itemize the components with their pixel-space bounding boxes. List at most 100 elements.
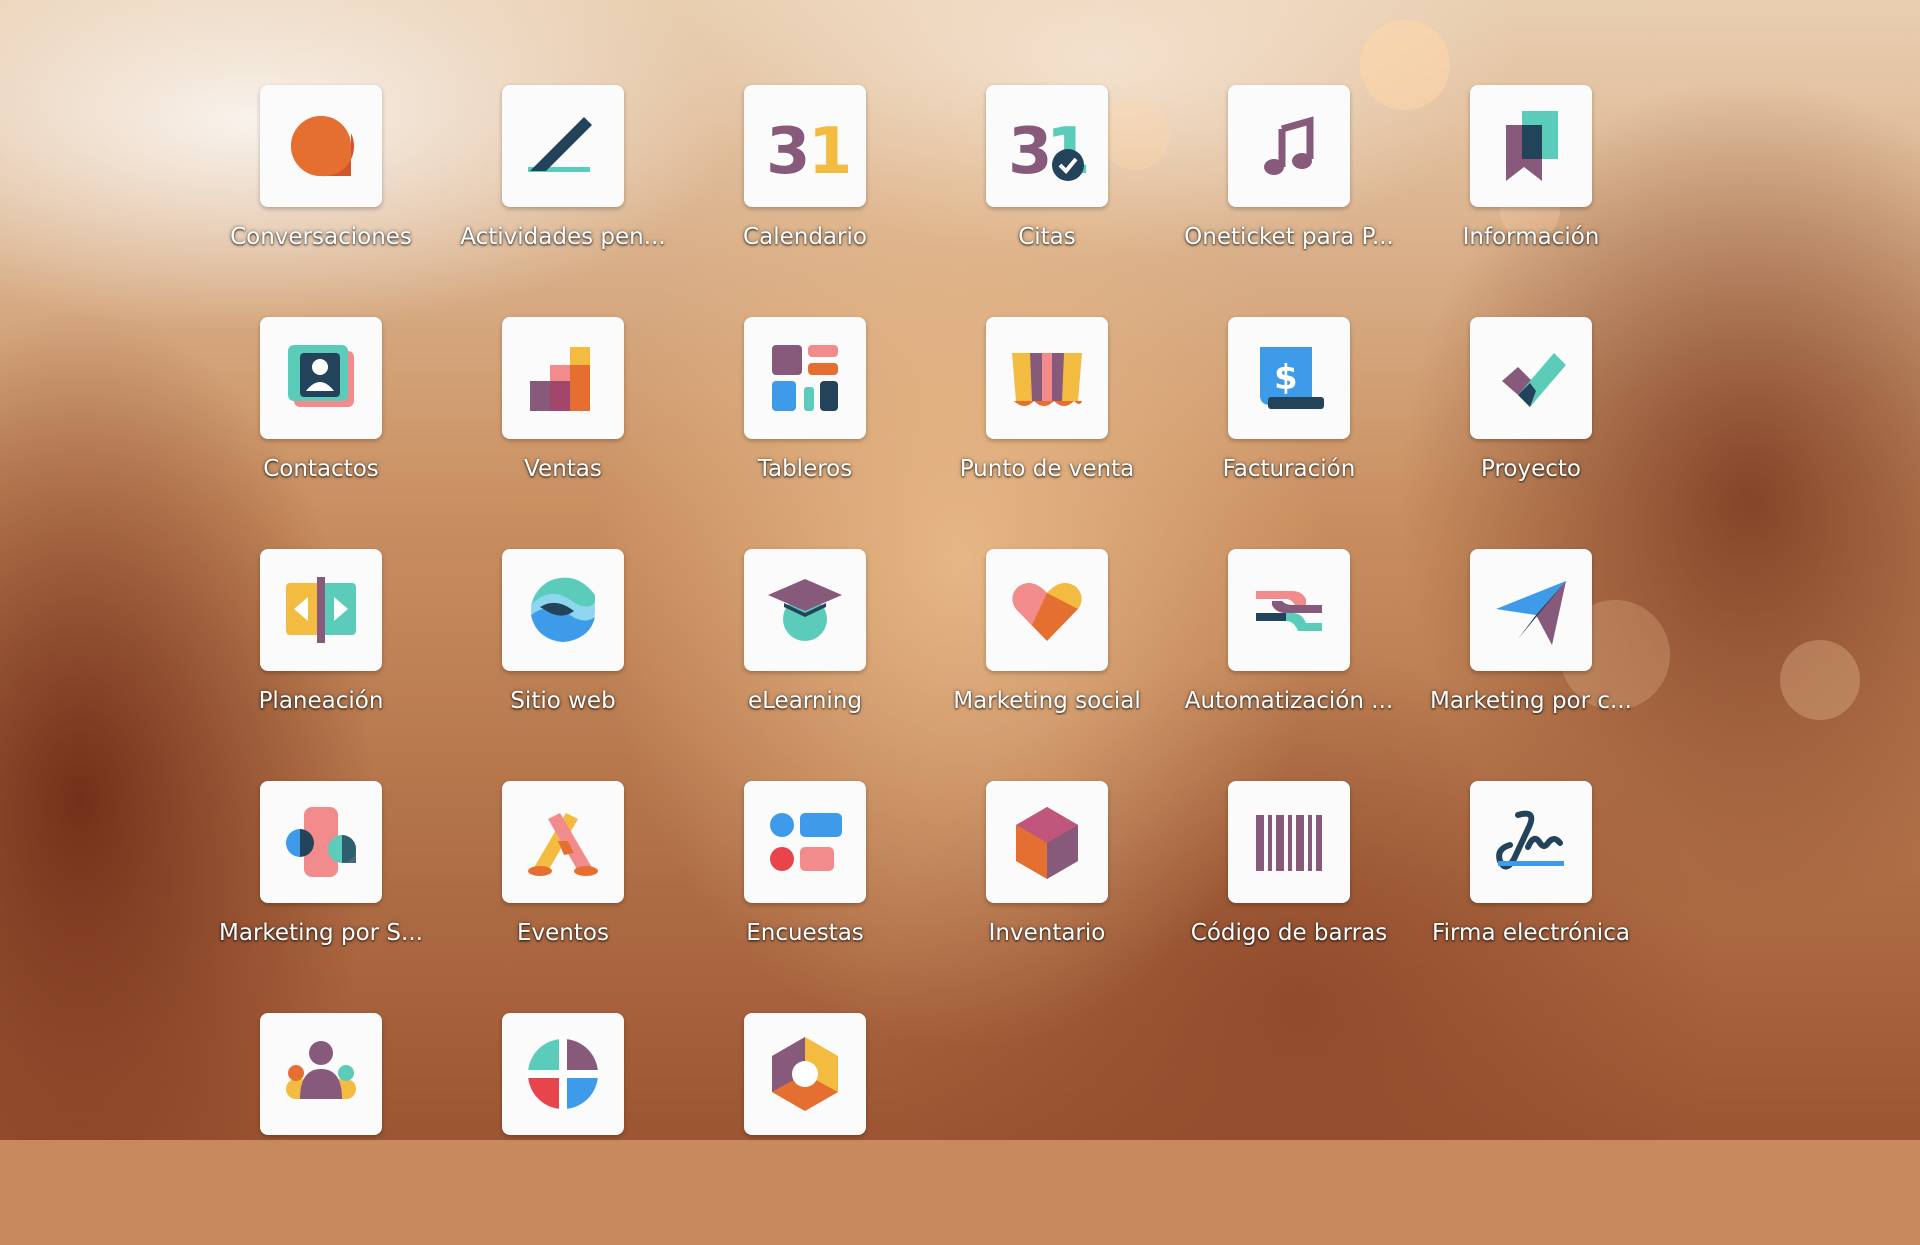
app-label: Contactos <box>263 456 379 482</box>
app-informacion[interactable]: Información <box>1410 85 1652 317</box>
app-tile[interactable] <box>1470 85 1592 207</box>
app-tile[interactable] <box>744 549 866 671</box>
app-tile[interactable] <box>1228 549 1350 671</box>
graduation-cap-icon <box>768 579 842 641</box>
app-label: Información <box>1462 224 1600 250</box>
bookmark-icon <box>1506 111 1558 181</box>
app-label: Eventos <box>517 920 609 946</box>
app-tile[interactable] <box>744 1013 866 1135</box>
app-tile[interactable] <box>744 317 866 439</box>
bar-chart-icon <box>530 347 590 411</box>
app-marketing-social[interactable]: Marketing social <box>926 549 1168 781</box>
app-tile[interactable]: 31 <box>744 85 866 207</box>
contact-card-icon <box>288 345 354 407</box>
app-tile[interactable] <box>744 781 866 903</box>
app-tile[interactable] <box>502 549 624 671</box>
app-citas[interactable]: 31 Citas <box>926 85 1168 317</box>
app-grid: Conversaciones Actividades pen... 3 1 Calend… <box>200 85 1652 1245</box>
app-tile[interactable] <box>260 85 382 207</box>
app-label: Calendario <box>743 224 867 250</box>
checkmark-icon <box>1502 353 1566 407</box>
app-proyecto[interactable]: Proyecto <box>1410 317 1652 549</box>
app-label: Sitio web <box>510 688 616 714</box>
app-calendario[interactable]: 3 1 Calendario <box>684 85 926 317</box>
app-label: Citas <box>1018 224 1076 250</box>
planning-icon <box>286 577 356 643</box>
app-elearning[interactable]: eLearning <box>684 549 926 781</box>
app-label: Código de barras <box>1190 920 1388 946</box>
app-tile[interactable] <box>986 317 1108 439</box>
app-eventos[interactable]: Eventos <box>442 781 684 1013</box>
chat-bubble-icon <box>291 116 355 177</box>
survey-icon <box>770 813 842 871</box>
sms-shapes-icon <box>286 807 356 877</box>
dashboard-icon <box>772 345 838 411</box>
app-planeacion[interactable]: Planeación <box>200 549 442 781</box>
app-sitio-web[interactable]: Sitio web <box>442 549 684 781</box>
svg-text:$: $ <box>1274 358 1298 398</box>
app-contactos[interactable]: Contactos <box>200 317 442 549</box>
app-tile[interactable] <box>260 317 382 439</box>
barcode-icon <box>1256 815 1322 871</box>
signature-icon <box>1496 810 1564 870</box>
events-icon <box>528 813 598 876</box>
pen-icon <box>528 117 592 172</box>
heart-icon <box>1012 583 1082 641</box>
app-label: Marketing por S... <box>219 920 423 946</box>
app-codigo-de-barras[interactable]: Código de barras <box>1168 781 1410 1013</box>
app-tile[interactable] <box>260 781 382 903</box>
app-firma-electronica[interactable]: Firma electrónica <box>1410 781 1652 1013</box>
app-conversaciones[interactable]: Conversaciones <box>200 85 442 317</box>
app-automatizacion[interactable]: Automatización ... <box>1168 549 1410 781</box>
app-tile[interactable] <box>1470 317 1592 439</box>
app-tile[interactable] <box>502 317 624 439</box>
app-tile[interactable] <box>1228 85 1350 207</box>
app-marketing-por-s[interactable]: Marketing por S... <box>200 781 442 1013</box>
app-label: Proyecto <box>1481 456 1581 482</box>
app-label: Tableros <box>757 456 853 482</box>
app-tile[interactable] <box>986 781 1108 903</box>
app-label: Firma electrónica <box>1432 920 1630 946</box>
app-marketing-por-c[interactable]: Marketing por c... <box>1410 549 1652 781</box>
app-tile[interactable] <box>986 549 1108 671</box>
hexagon-ring-icon <box>772 1037 838 1111</box>
app-oneticket-para-p[interactable]: Oneticket para P... <box>1168 85 1410 317</box>
app-tile[interactable] <box>1470 781 1592 903</box>
app-label: Automatización ... <box>1184 688 1394 714</box>
app-tile[interactable]: 31 <box>986 85 1108 207</box>
app-quadrant-circle[interactable] <box>442 1013 684 1245</box>
app-label: Facturación <box>1222 456 1356 482</box>
app-tile[interactable] <box>260 549 382 671</box>
app-actividades-pen[interactable]: Actividades pen... <box>442 85 684 317</box>
appointment-icon: 31 <box>1008 115 1090 189</box>
shop-awning-icon <box>1012 353 1082 406</box>
app-label: Inventario <box>988 920 1106 946</box>
app-tile[interactable] <box>1470 549 1592 671</box>
app-hexagon-ring[interactable] <box>684 1013 926 1245</box>
app-facturacion[interactable]: $ Facturación <box>1168 317 1410 549</box>
app-tile[interactable] <box>502 85 624 207</box>
app-tile[interactable] <box>1228 781 1350 903</box>
calendar-icon: 31 <box>766 115 848 189</box>
svg-text:1: 1 <box>808 115 848 189</box>
app-tile[interactable] <box>502 1013 624 1135</box>
app-tile[interactable] <box>260 1013 382 1135</box>
music-note-icon <box>1264 116 1314 175</box>
app-tableros[interactable]: Tableros <box>684 317 926 549</box>
app-label: Oneticket para P... <box>1184 224 1394 250</box>
app-label: Planeación <box>258 688 384 714</box>
app-label: Actividades pen... <box>460 224 666 250</box>
app-label: Marketing por c... <box>1430 688 1632 714</box>
app-ventas[interactable]: Ventas <box>442 317 684 549</box>
globe-waves-icon <box>531 577 595 642</box>
svg-text:3: 3 <box>766 115 811 189</box>
app-tile[interactable] <box>502 781 624 903</box>
app-tile[interactable]: $ <box>1228 317 1350 439</box>
app-encuestas[interactable]: Encuestas <box>684 781 926 1013</box>
app-inventario[interactable]: Inventario <box>926 781 1168 1013</box>
app-label: Encuestas <box>746 920 864 946</box>
quadrant-circle-icon <box>526 1037 600 1111</box>
app-punto-de-venta[interactable]: Punto de venta <box>926 317 1168 549</box>
app-label: Marketing social <box>953 688 1141 714</box>
app-people-group[interactable] <box>200 1013 442 1245</box>
